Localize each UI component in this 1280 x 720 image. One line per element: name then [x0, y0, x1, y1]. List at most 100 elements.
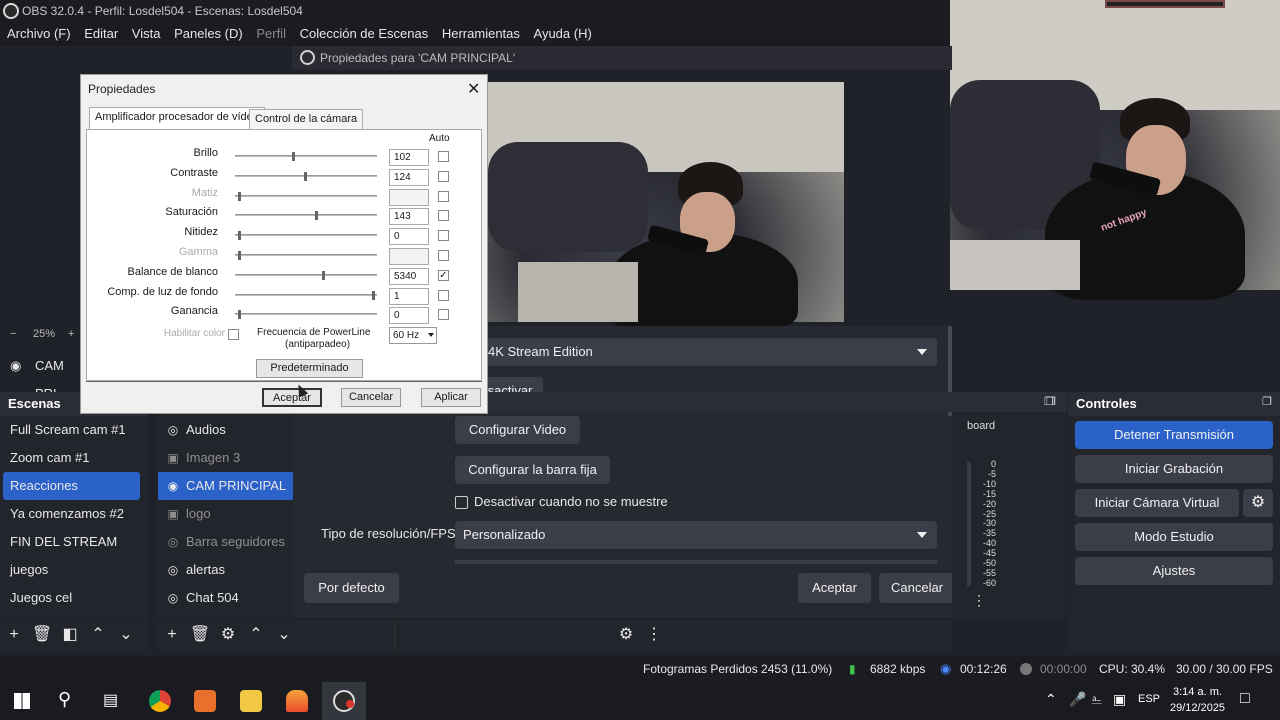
scene-item[interactable]: Juegos cel [0, 584, 148, 612]
property-value-field[interactable] [389, 248, 429, 265]
property-value-field[interactable]: 5340 [389, 267, 429, 285]
property-value-field[interactable]: 102 [389, 149, 429, 166]
task-view-icon[interactable]: ▤ [103, 690, 118, 710]
zoom-out-button[interactable]: − [10, 326, 16, 342]
clock-time[interactable]: 3:14 a. m. [1173, 686, 1222, 698]
apply-button[interactable]: Aplicar [421, 388, 481, 407]
tab-video-proc-amp[interactable]: Amplificador procesador de vídeo [89, 107, 265, 130]
property-slider[interactable] [235, 152, 377, 161]
scene-item[interactable]: Reacciones [3, 472, 140, 500]
deactivate-hidden-checkbox[interactable] [455, 496, 468, 509]
property-value-field[interactable] [389, 188, 429, 206]
auto-checkbox[interactable] [438, 151, 449, 162]
zoom-in-button[interactable]: + [68, 326, 74, 342]
slider-thumb[interactable] [322, 270, 325, 280]
property-slider[interactable] [235, 171, 377, 181]
source-item[interactable]: ◎ Barra seguidores [158, 528, 293, 556]
auto-checkbox[interactable] [438, 170, 449, 182]
defaults-button[interactable]: Por defecto [304, 573, 399, 603]
auto-checkbox[interactable] [438, 289, 449, 301]
auto-checkbox[interactable] [438, 210, 449, 222]
auto-checkbox[interactable] [438, 250, 449, 261]
auto-checkbox[interactable]: ✓ [438, 269, 449, 281]
move-down-button[interactable]: ⌄ [112, 620, 140, 650]
edition-select[interactable]: 4K Stream Edition [482, 338, 937, 366]
add-scene-button[interactable]: + [0, 620, 28, 650]
menu-archivo[interactable]: Archivo (F) [7, 22, 71, 46]
windows-start-icon[interactable] [14, 693, 30, 709]
tab-camera-control[interactable]: Control de la cámara [249, 109, 364, 129]
search-icon[interactable]: ⚲ [58, 689, 71, 710]
configure-video-button[interactable]: Configurar Video [455, 416, 580, 444]
cancel-button[interactable]: Cancelar [879, 573, 955, 603]
remove-scene-button[interactable]: 🗑 [28, 620, 56, 650]
language-indicator[interactable]: ESP [1138, 693, 1160, 705]
menu-herramientas[interactable]: Herramientas [442, 22, 520, 46]
property-value-field[interactable]: 0 [389, 228, 429, 246]
ok-button[interactable]: Aceptar [262, 388, 322, 407]
default-button[interactable]: Predeterminado [256, 359, 363, 378]
slider-thumb[interactable] [315, 211, 318, 221]
media-app-icon[interactable] [194, 690, 216, 712]
powerline-select[interactable]: 60 Hz [389, 327, 437, 344]
property-value-field[interactable]: 143 [389, 208, 429, 226]
slider-thumb[interactable] [372, 290, 375, 300]
add-source-button[interactable]: + [158, 620, 186, 650]
scene-item[interactable]: juegos [0, 556, 148, 584]
property-slider[interactable] [235, 310, 377, 320]
scene-item[interactable]: FIN DEL STREAM [0, 528, 148, 556]
scene-item[interactable]: Full Scream cam #1 [0, 416, 148, 444]
slider-thumb[interactable] [292, 152, 295, 161]
menu-paneles[interactable]: Paneles (D) [174, 22, 243, 46]
property-slider[interactable] [235, 290, 377, 300]
menu-editar[interactable]: Editar [84, 22, 118, 46]
source-item[interactable]: ◎ alertas [158, 556, 293, 584]
file-explorer-icon[interactable] [240, 690, 262, 712]
virtual-camera-button[interactable]: Iniciar Cámara Virtual [1075, 489, 1239, 517]
configure-bar-button[interactable]: Configurar la barra fija [455, 456, 610, 484]
scene-item[interactable]: Ya comenzamos #2 [0, 500, 148, 528]
stop-stream-button[interactable]: Detener Transmisión [1075, 421, 1273, 449]
scene-filters-button[interactable]: ◧ [56, 620, 84, 650]
menu-ayuda[interactable]: Ayuda (H) [534, 22, 592, 46]
property-slider[interactable] [235, 231, 377, 241]
source-item[interactable]: ◎ Chat 504 [158, 584, 293, 612]
property-slider[interactable] [235, 270, 377, 280]
menu-coleccion[interactable]: Colección de Escenas [300, 22, 429, 46]
source-up-button[interactable]: ⌃ [242, 620, 270, 650]
close-icon[interactable]: ✕ [467, 79, 480, 99]
more-icon[interactable]: ⋮ [972, 592, 986, 609]
clock-date[interactable]: 29/12/2025 [1170, 702, 1225, 714]
accept-button[interactable]: Aceptar [798, 573, 871, 603]
virtual-camera-settings-icon[interactable]: ⚙ [1243, 489, 1273, 517]
transition-settings-icon[interactable]: ⚙ [612, 620, 640, 650]
menu-vista[interactable]: Vista [132, 22, 161, 46]
resolution-select[interactable]: Personalizado [455, 521, 937, 549]
slider-thumb[interactable] [304, 171, 307, 181]
property-value-field[interactable]: 0 [389, 307, 429, 325]
source-settings-button[interactable]: ⚙ [214, 620, 242, 650]
chrome-icon[interactable] [149, 690, 171, 712]
studio-mode-button[interactable]: Modo Estudio [1075, 523, 1273, 551]
dock-icon[interactable]: ❐ [1046, 395, 1056, 408]
auto-checkbox[interactable] [438, 190, 449, 202]
property-value-field[interactable]: 1 [389, 287, 429, 305]
chevron-up-icon[interactable]: ⌃ [1045, 691, 1057, 708]
remove-source-button[interactable]: 🗑 [186, 620, 214, 650]
source-down-button[interactable]: ⌄ [270, 620, 298, 650]
dock-icon[interactable]: ❐ [1262, 395, 1272, 408]
scene-item[interactable]: Zoom cam #1 [0, 444, 148, 472]
microphone-icon[interactable]: 🎤 [1069, 691, 1086, 708]
enable-color-checkbox[interactable] [228, 329, 239, 340]
cancel-button[interactable]: Cancelar [341, 388, 401, 407]
fl-studio-icon[interactable] [286, 690, 308, 712]
auto-checkbox[interactable] [438, 230, 449, 242]
menu-perfil[interactable]: Perfil [256, 22, 286, 46]
notifications-icon[interactable]: □ [1240, 690, 1250, 708]
source-item[interactable]: ▣ logo [158, 500, 293, 528]
more-icon[interactable]: ⋮ [640, 620, 668, 650]
settings-button[interactable]: Ajustes [1075, 557, 1273, 585]
slider-thumb[interactable] [238, 231, 241, 241]
start-recording-button[interactable]: Iniciar Grabación [1075, 455, 1273, 483]
move-up-button[interactable]: ⌃ [84, 620, 112, 650]
